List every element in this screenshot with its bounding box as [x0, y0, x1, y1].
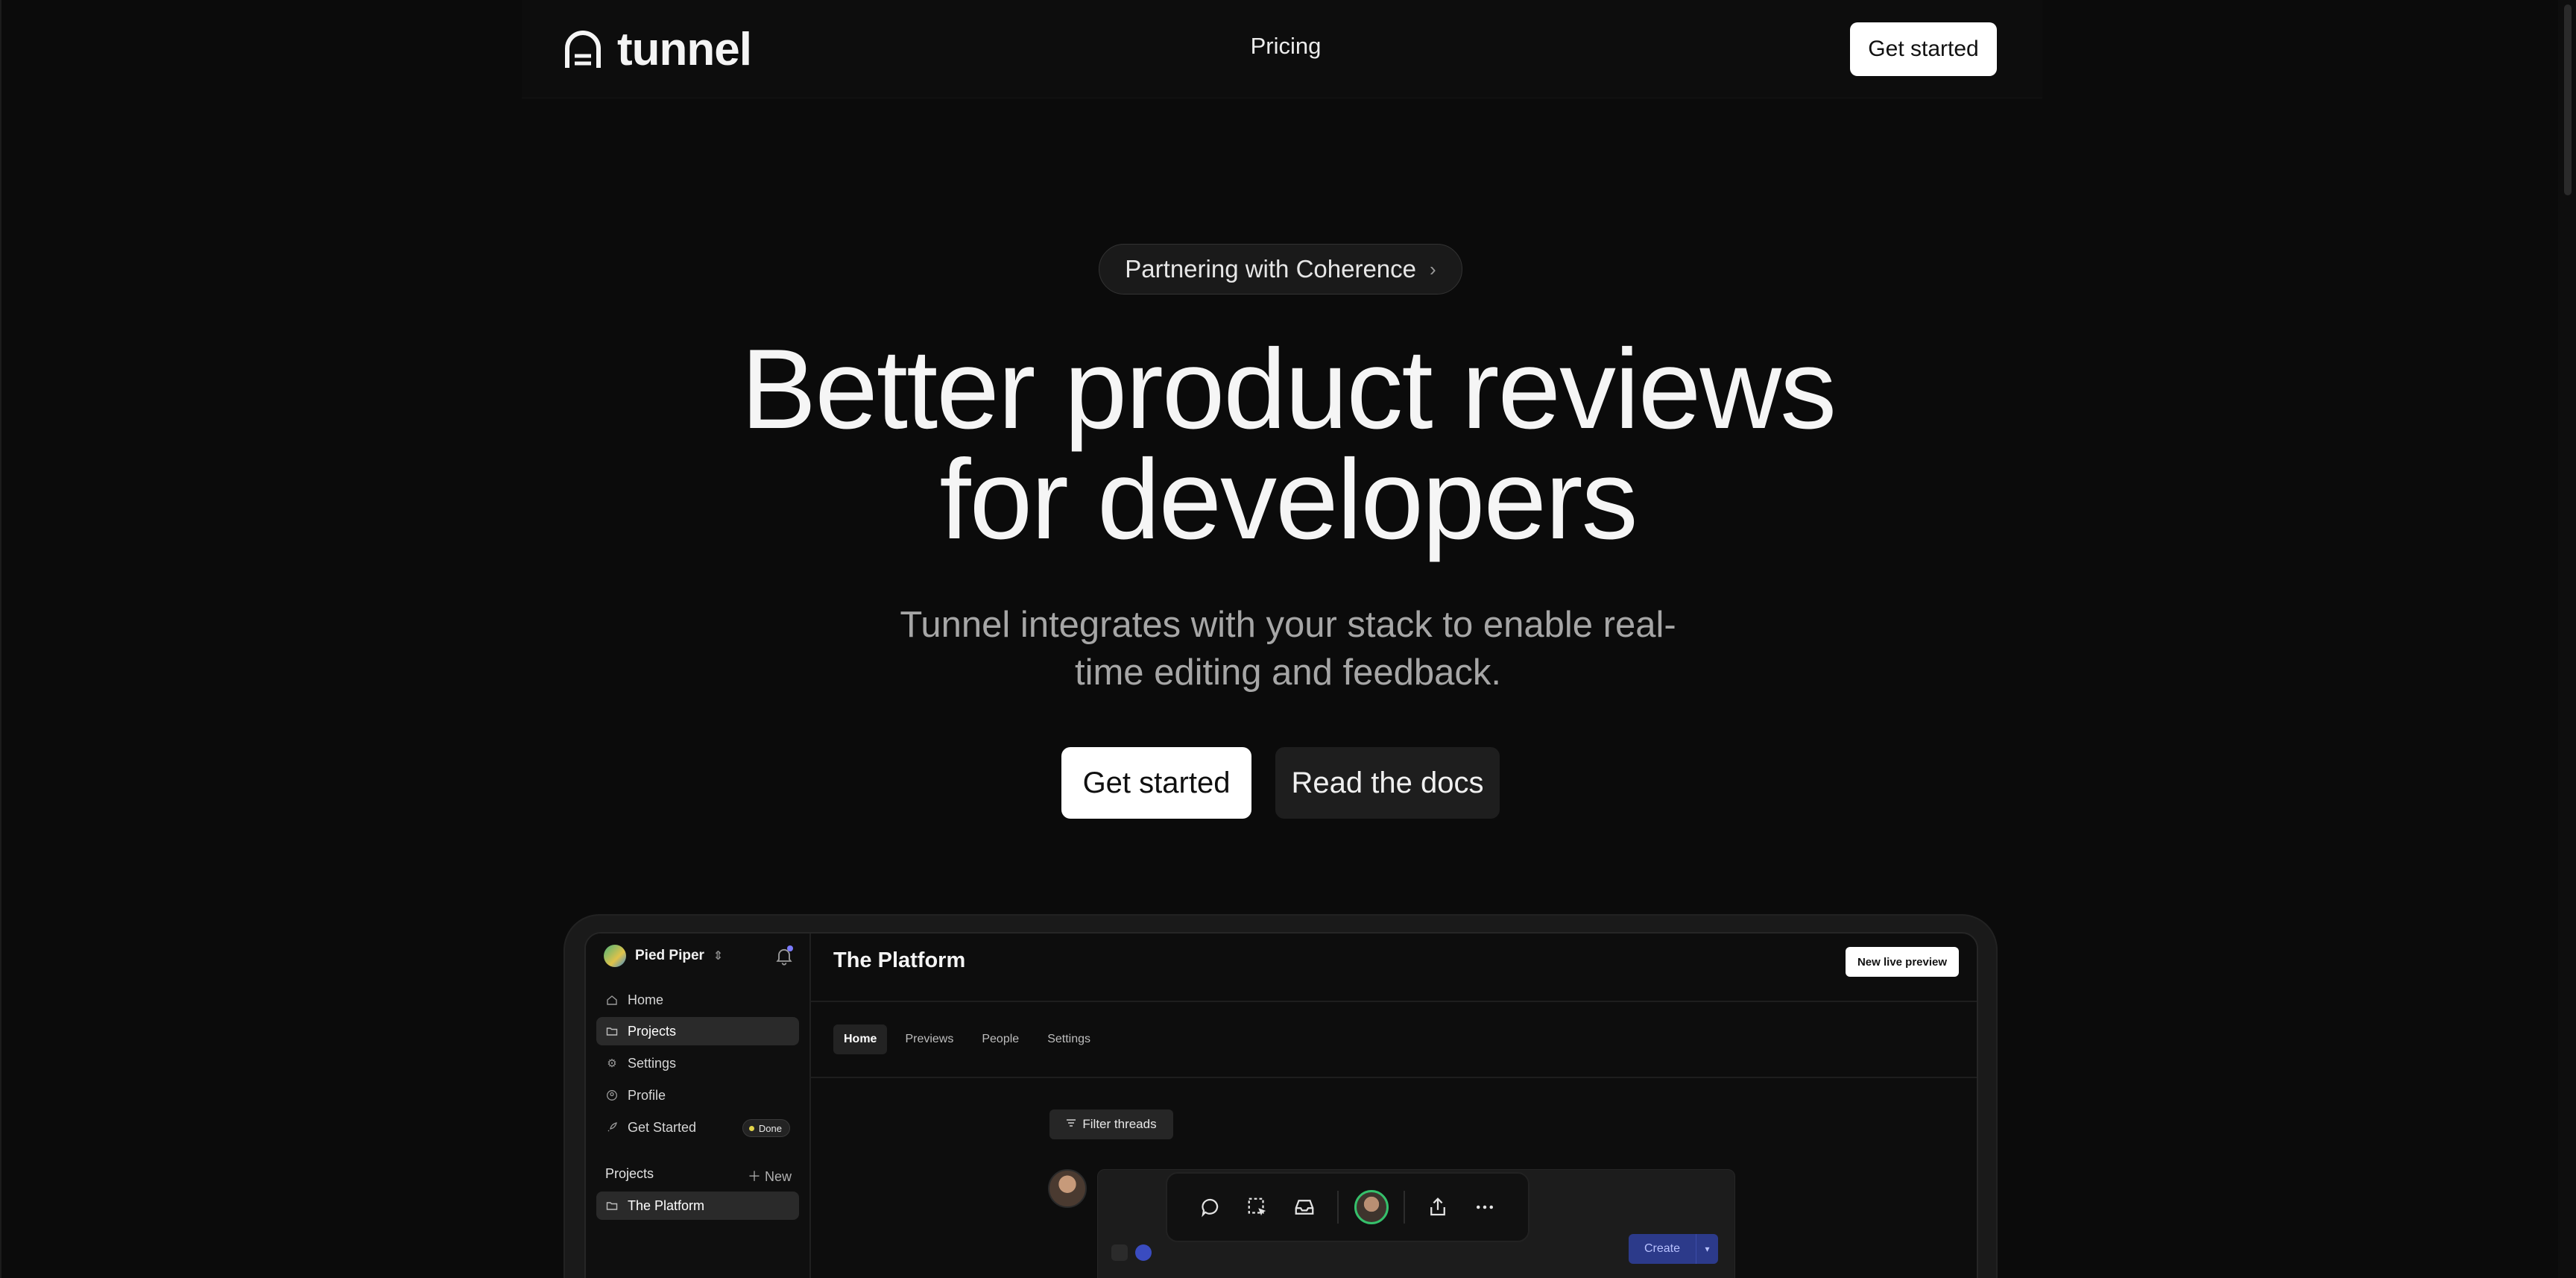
hero-subtitle: Tunnel integrates with your stack to ena… [841, 601, 1735, 696]
home-icon [605, 993, 619, 1007]
filter-threads-button[interactable]: Filter threads [1049, 1109, 1173, 1139]
gear-icon: ⚙ [607, 1057, 617, 1070]
announcement-label: Partnering with Coherence [1125, 255, 1417, 283]
chevron-right-icon: › [1430, 257, 1436, 280]
read-the-docs-button[interactable]: Read the docs [1275, 747, 1500, 819]
filter-icon [1066, 1117, 1076, 1132]
workspace-avatar [604, 945, 626, 967]
folder-icon [605, 1024, 619, 1038]
sidebar-item-label: Profile [628, 1087, 666, 1103]
sidebar-item-label: Home [628, 992, 664, 1007]
status-dot [748, 1125, 754, 1131]
status-badge-label: Done [758, 1122, 782, 1134]
nav-get-started-button[interactable]: Get started [1850, 22, 1997, 76]
hero-subtitle-line-1: Tunnel integrates with your stack to ena… [900, 605, 1676, 645]
comment-icon[interactable] [1187, 1183, 1234, 1231]
project-item-the-platform[interactable]: The Platform [596, 1192, 799, 1220]
announcement-pill[interactable]: Partnering with Coherence › [1099, 244, 1462, 295]
toolbar-separator [1404, 1191, 1406, 1224]
logo-text: tunnel [617, 23, 752, 75]
select-area-icon[interactable] [1234, 1183, 1281, 1231]
chevron-updown-icon: ⇕ [713, 950, 724, 963]
toolbar-separator [1337, 1191, 1339, 1224]
hero-title: Better product reviews for developers [617, 333, 1959, 556]
rocket-icon [605, 1121, 619, 1134]
workspace-switcher[interactable]: Pied Piper ⇕ [604, 942, 723, 969]
scrollbar-thumb[interactable] [2564, 4, 2572, 195]
app-preview-screen: Pied Piper ⇕ Home Projects ⚙ Settings Pr… [584, 932, 1978, 1278]
create-button-label: Create [1644, 1242, 1681, 1255]
logo-link[interactable]: tunnel [564, 24, 752, 75]
avatar [1354, 1190, 1389, 1224]
projects-section-header: Projects ＋ New [605, 1166, 792, 1186]
sidebar-item-label: Settings [628, 1055, 677, 1071]
project-item-label: The Platform [628, 1197, 705, 1213]
notification-dot [787, 945, 793, 951]
tunnel-logo-icon [564, 29, 602, 69]
mention-icon[interactable] [1135, 1244, 1152, 1261]
hero-subtitle-line-2: time editing and feedback. [1074, 652, 1502, 693]
chevron-down-icon[interactable]: ▾ [1696, 1234, 1718, 1264]
sidebar-item-profile[interactable]: Profile [596, 1081, 799, 1109]
project-tabs: Home Previews People Settings [833, 1024, 1101, 1054]
hero-title-line-1: Better product reviews [740, 326, 1837, 453]
attachment-icon[interactable] [1111, 1244, 1128, 1261]
create-button[interactable]: Create ▾ [1629, 1234, 1718, 1264]
sidebar-item-get-started[interactable]: Get Started Done [596, 1113, 799, 1142]
composer-attachments [1111, 1244, 1152, 1261]
tab-previews[interactable]: Previews [894, 1024, 964, 1054]
project-title: The Platform [833, 948, 966, 972]
workspace-name: Pied Piper [635, 948, 704, 963]
scrollbar[interactable] [2558, 0, 2576, 1278]
preview-main: The Platform New live preview Home Previ… [811, 934, 1977, 1278]
presence-avatar-button[interactable] [1348, 1183, 1395, 1231]
tab-settings[interactable]: Settings [1037, 1024, 1101, 1054]
hero-get-started-button[interactable]: Get started [1061, 747, 1251, 819]
filter-threads-label: Filter threads [1082, 1117, 1157, 1131]
new-project-label: New [764, 1169, 792, 1184]
floating-toolbar [1166, 1172, 1530, 1242]
user-circle-icon [605, 1089, 619, 1102]
status-badge: Done [742, 1119, 790, 1137]
tab-people[interactable]: People [971, 1024, 1029, 1054]
share-icon[interactable] [1414, 1183, 1461, 1231]
new-project-button[interactable]: ＋ New [748, 1166, 792, 1186]
sidebar-item-projects[interactable]: Projects [596, 1017, 799, 1045]
nav-link-pricing[interactable]: Pricing [1230, 33, 1342, 60]
sidebar-item-home[interactable]: Home [596, 986, 799, 1014]
divider [811, 1077, 1977, 1078]
bell-icon[interactable] [774, 945, 795, 966]
more-icon[interactable] [1462, 1183, 1509, 1231]
preview-sidebar: Pied Piper ⇕ Home Projects ⚙ Settings Pr… [586, 934, 811, 1278]
hero-title-line-2: for developers [939, 436, 1638, 563]
inbox-icon[interactable] [1281, 1183, 1328, 1231]
sidebar-item-settings[interactable]: ⚙ Settings [596, 1049, 799, 1077]
avatar [1048, 1169, 1087, 1208]
divider [811, 1001, 1977, 1002]
new-live-preview-button[interactable]: New live preview [1846, 947, 1959, 977]
folder-icon [605, 1199, 619, 1212]
sidebar-item-label: Projects [628, 1023, 677, 1039]
tab-home[interactable]: Home [833, 1024, 888, 1054]
projects-header-label: Projects [605, 1166, 654, 1181]
sidebar-item-label: Get Started [628, 1119, 697, 1135]
